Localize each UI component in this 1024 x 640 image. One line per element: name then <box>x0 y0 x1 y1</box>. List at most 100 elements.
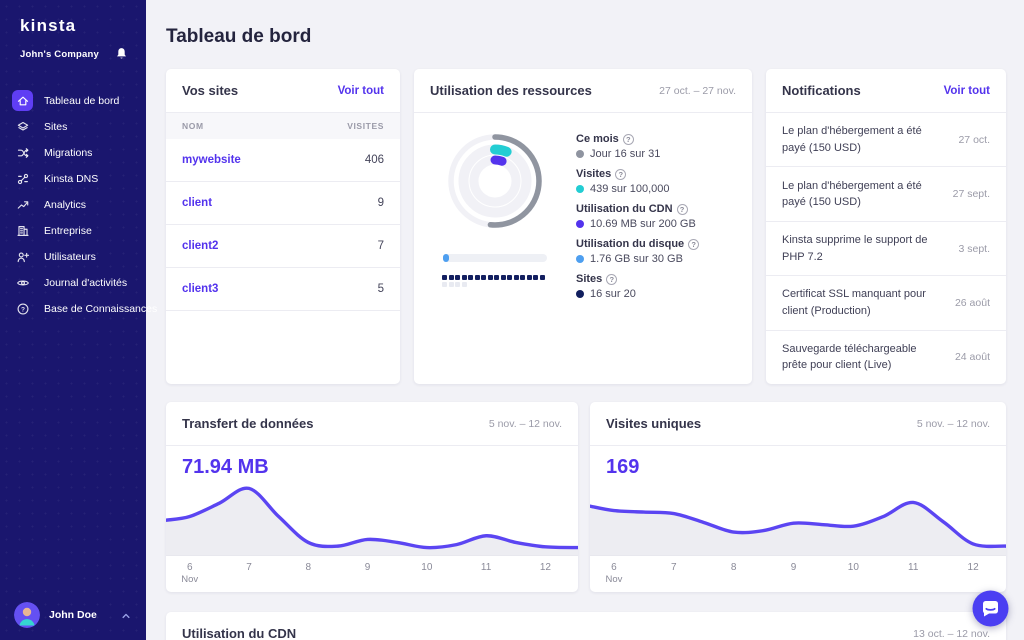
data-transfer-card: Transfert de données 5 nov. – 12 nov. 71… <box>166 402 578 592</box>
notification-text: Kinsta supprime le support de PHP 7.2 <box>782 234 928 263</box>
main-content: Tableau de bord Vos sites Voir tout NOM … <box>146 0 1024 640</box>
sidebar: kinsta John's Company Tableau de bord Sit… <box>0 0 157 640</box>
eye-icon <box>12 272 33 293</box>
notification-date: 24 août <box>954 351 990 364</box>
resources-period: 27 oct. – 27 nov. <box>659 84 736 97</box>
site-slot-square <box>481 275 486 280</box>
sidebar-item-dashboard[interactable]: Tableau de bord <box>0 88 146 113</box>
legend-label: Visites <box>576 168 612 180</box>
site-slot-square <box>442 275 447 280</box>
x-axis-tick-label: 11 <box>480 562 492 573</box>
site-link[interactable]: client3 <box>182 283 218 295</box>
notification-date: 27 sept. <box>952 188 990 201</box>
sidebar-item-sites[interactable]: Sites <box>0 114 146 139</box>
x-axis-month-label: Nov <box>181 574 199 585</box>
x-axis-tick-label: 9 <box>790 562 797 573</box>
legend-item: Utilisation du CDN? 10.69 MB sur 200 GB <box>576 203 738 230</box>
site-slot-square <box>539 275 545 280</box>
sidebar-nav: Tableau de bord Sites Migrations Kinsta DNS… <box>0 88 157 321</box>
help-icon[interactable]: ? <box>676 203 688 215</box>
bell-icon[interactable] <box>114 46 130 62</box>
site-link[interactable]: client2 <box>182 240 218 252</box>
vos-sites-voir-tout-link[interactable]: Voir tout <box>338 85 384 97</box>
sidebar-item-base-connaissances[interactable]: ? Base de Connaissances <box>0 296 157 321</box>
notification-item[interactable]: Certificat SSL manquant pour client (Pro… <box>766 276 1006 331</box>
unique-visits-title: Visites uniques <box>606 416 702 431</box>
x-axis-tick-label: 10 <box>847 562 859 573</box>
site-link[interactable]: mywebsite <box>182 154 241 166</box>
data-transfer-x-axis: 6 Nov 7 8 9 10 11 12 <box>166 555 578 588</box>
notification-date: 27 oct. <box>958 133 990 146</box>
legend-value: 16 sur 20 <box>590 288 636 300</box>
site-slot-square <box>455 281 460 287</box>
site-slot-square <box>533 275 538 280</box>
help-icon[interactable]: ? <box>606 273 618 285</box>
legend-value: 439 sur 100,000 <box>590 183 670 195</box>
question-icon: ? <box>12 298 33 319</box>
x-axis-tick-label: 8 <box>305 562 312 573</box>
x-axis-tick-label: 11 <box>908 562 919 573</box>
unique-visits-x-axis: 6 Nov 7 8 9 10 11 12 <box>590 555 1006 588</box>
site-slot-square <box>461 275 467 280</box>
vos-sites-card: Vos sites Voir tout NOM VISITES mywebsit… <box>166 69 400 384</box>
sidebar-item-migrations[interactable]: Migrations <box>0 140 146 165</box>
legend-value: 1.76 GB sur 30 GB <box>590 253 683 265</box>
site-slot-square <box>494 275 499 280</box>
legend-dot <box>576 290 584 298</box>
notification-item[interactable]: Le plan d'hébergement a été payé (150 US… <box>766 113 1006 168</box>
sidebar-item-utilisateurs[interactable]: Utilisateurs <box>0 244 146 269</box>
x-axis-tick-label: 7 <box>671 562 677 573</box>
unique-visits-period: 5 nov. – 12 nov. <box>916 417 990 430</box>
sidebar-item-kinsta-dns[interactable]: Kinsta DNS <box>0 166 146 191</box>
table-row: mywebsite 406 <box>166 139 400 182</box>
notification-item[interactable]: Kinsta supprime le support de PHP 7.2 3 s… <box>766 222 1006 277</box>
sites-table-header: NOM VISITES <box>166 113 400 139</box>
data-transfer-period: 5 nov. – 12 nov. <box>488 417 562 430</box>
site-visits: 5 <box>377 283 384 295</box>
page-title: Tableau de bord <box>166 26 312 47</box>
sidebar-item-journal-activites[interactable]: Journal d'activités <box>0 270 146 295</box>
notification-text: Le plan d'hébergement a été payé (150 US… <box>782 179 922 209</box>
site-link[interactable]: client <box>182 197 212 209</box>
legend-dot <box>576 220 584 228</box>
x-axis-month-label: Nov <box>605 574 623 585</box>
help-icon[interactable]: ? <box>622 133 634 145</box>
site-slot-square <box>513 275 519 280</box>
sidebar-item-analytics[interactable]: Analytics <box>0 192 146 217</box>
x-axis-tick-label: 6 Nov <box>605 562 623 585</box>
data-transfer-title: Transfert de données <box>182 416 314 431</box>
site-slot-square <box>461 281 467 287</box>
notifications-card: Notifications Voir tout Le plan d'héberg… <box>766 69 1006 384</box>
help-icon[interactable]: ? <box>688 238 700 250</box>
legend-item: Ce mois? Jour 16 sur 31 <box>576 133 738 160</box>
network-icon <box>12 168 33 189</box>
avatar <box>14 602 40 628</box>
sidebar-item-entreprise[interactable]: Entreprise <box>0 218 146 243</box>
help-icon[interactable]: ? <box>615 168 627 180</box>
sidebar-item-label: Sites <box>44 120 68 133</box>
sites-usage-squares <box>442 275 548 287</box>
legend-dot <box>576 150 584 158</box>
chevron-up-icon <box>120 609 132 621</box>
intercom-chat-button[interactable] <box>972 590 1009 627</box>
sites-table-body: mywebsite 406 client 9 client2 7 client3 5 <box>166 139 400 311</box>
site-visits: 9 <box>377 197 384 209</box>
user-menu[interactable]: John Doe <box>0 602 146 628</box>
data-transfer-total: 71.94 MB <box>182 456 269 478</box>
notification-item[interactable]: Sauvegarde téléchargeable prête pour cli… <box>766 331 1006 384</box>
sidebar-item-label: Entreprise <box>44 224 92 237</box>
chat-icon <box>972 590 1009 630</box>
site-slot-square <box>448 275 454 280</box>
notifications-voir-tout-link[interactable]: Voir tout <box>944 85 990 97</box>
site-slot-square <box>474 275 480 280</box>
notification-item[interactable]: Le plan d'hébergement a été payé (150 US… <box>766 167 1006 222</box>
notification-date: 26 août <box>954 296 990 309</box>
site-slot-square <box>442 281 447 287</box>
cdn-usage-title: Utilisation du CDN <box>182 626 297 640</box>
site-slot-square <box>448 281 454 287</box>
company-name: John's Company <box>20 48 99 60</box>
legend-item: Visites? 439 sur 100,000 <box>576 168 738 195</box>
site-slot-square <box>526 275 532 280</box>
table-row: client 9 <box>166 182 400 225</box>
x-axis-tick-label: 7 <box>246 562 252 573</box>
